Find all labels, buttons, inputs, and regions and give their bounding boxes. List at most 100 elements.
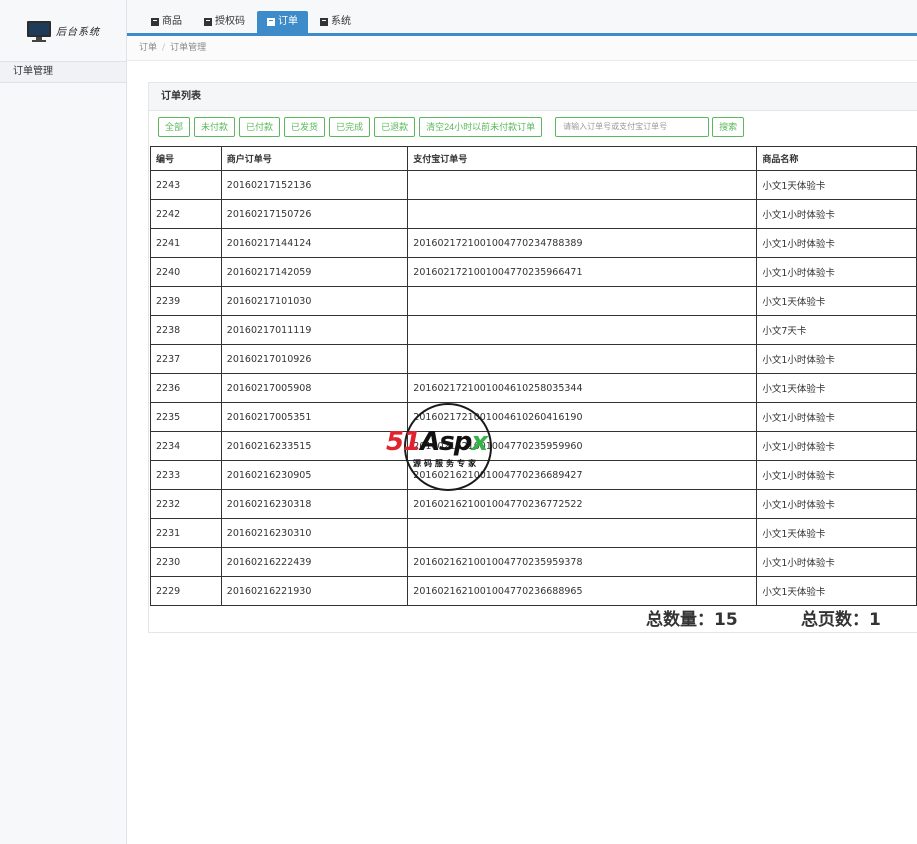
tab-goods[interactable]: 商品 <box>141 11 192 33</box>
column-header-merchant-order-no: 商户订单号 <box>220 146 409 171</box>
cell-merchant-order-no: 20160217142059 <box>220 257 409 287</box>
table-row[interactable]: 2236 20160217005908 2016021721001004610258… <box>150 373 917 403</box>
cell-id: 2230 <box>150 547 222 577</box>
tab-system[interactable]: 系统 <box>310 11 361 33</box>
cell-product-name: 小文1天体验卡 <box>756 518 917 548</box>
tab-license-code[interactable]: 授权码 <box>194 11 255 33</box>
cell-merchant-order-no: 20160217011119 <box>220 315 409 345</box>
table-row[interactable]: 2242 20160217150726 小文1小时体验卡 <box>150 199 917 229</box>
cell-alipay-order-no <box>407 344 758 374</box>
cell-merchant-order-no: 20160216233515 <box>220 431 409 461</box>
clear-unpaid-orders-button[interactable]: 清空24小时以前未付款订单 <box>419 117 543 137</box>
column-header-alipay-order-no: 支付宝订单号 <box>407 146 758 171</box>
column-header-product-name: 商品名称 <box>756 146 917 171</box>
cell-alipay-order-no: 2016021621001004770236689427 <box>407 460 758 490</box>
cell-id: 2237 <box>150 344 222 374</box>
cell-product-name: 小文1天体验卡 <box>756 373 917 403</box>
cell-id: 2235 <box>150 402 222 432</box>
cell-product-name: 小文1天体验卡 <box>756 576 917 606</box>
filter-toolbar: 全部 未付款 已付款 已发货 已完成 已退款 清空24小时以前未付款订单 请输入… <box>158 117 748 137</box>
table-row[interactable]: 2240 20160217142059 2016021721001004770235… <box>150 257 917 287</box>
cell-product-name: 小文1小时体验卡 <box>756 344 917 374</box>
table-row[interactable]: 2238 20160217011119 小文7天卡 <box>150 315 917 345</box>
cell-alipay-order-no: 2016021621001004770236688965 <box>407 576 758 606</box>
orders-table: 编号 商户订单号 支付宝订单号 商品名称 2243 20160217152136 小… <box>150 146 917 606</box>
cell-merchant-order-no: 20160217152136 <box>220 170 409 200</box>
sidebar: 后台系统 订单管理 <box>0 0 127 844</box>
sidebar-item-order-management[interactable]: 订单管理 <box>0 61 126 83</box>
total-count: 总数量：15 <box>646 610 738 630</box>
cell-alipay-order-no: 2016021621001004770236772522 <box>407 489 758 519</box>
cell-product-name: 小文1小时体验卡 <box>756 460 917 490</box>
filter-refunded-button[interactable]: 已退款 <box>374 117 416 137</box>
cell-alipay-order-no <box>407 315 758 345</box>
cell-merchant-order-no: 20160216222439 <box>220 547 409 577</box>
cell-id: 2243 <box>150 170 222 200</box>
tab-label: 订单 <box>278 16 298 27</box>
table-row[interactable]: 2234 20160216233515 2016021621001004770235… <box>150 431 917 461</box>
cell-id: 2231 <box>150 518 222 548</box>
cell-merchant-order-no: 20160216230318 <box>220 489 409 519</box>
table-header-row: 编号 商户订单号 支付宝订单号 商品名称 <box>150 146 917 171</box>
cell-alipay-order-no: 2016021721001004610260416190 <box>407 402 758 432</box>
column-header-id: 编号 <box>150 146 222 171</box>
list-icon <box>320 18 328 26</box>
cell-merchant-order-no: 20160217005351 <box>220 402 409 432</box>
table-row[interactable]: 2230 20160216222439 2016021621001004770235… <box>150 547 917 577</box>
table-row[interactable]: 2232 20160216230318 2016021621001004770236… <box>150 489 917 519</box>
search-button[interactable]: 搜索 <box>712 117 745 137</box>
table-row[interactable]: 2237 20160217010926 小文1小时体验卡 <box>150 344 917 374</box>
table-row[interactable]: 2241 20160217144124 2016021721001004770234… <box>150 228 917 258</box>
search-input[interactable]: 请输入订单号或支付宝订单号 <box>555 117 710 137</box>
cell-merchant-order-no: 20160217010926 <box>220 344 409 374</box>
cell-id: 2236 <box>150 373 222 403</box>
cell-id: 2233 <box>150 460 222 490</box>
filter-shipped-button[interactable]: 已发货 <box>284 117 326 137</box>
panel-title: 订单列表 <box>149 83 917 111</box>
tab-label: 系统 <box>331 16 351 27</box>
cell-product-name: 小文1小时体验卡 <box>756 199 917 229</box>
cell-id: 2238 <box>150 315 222 345</box>
table-row[interactable]: 2229 20160216221930 2016021621001004770236… <box>150 576 917 606</box>
cell-merchant-order-no: 20160217101030 <box>220 286 409 316</box>
total-pages: 总页数：1 <box>801 610 881 630</box>
cell-id: 2242 <box>150 199 222 229</box>
brand-logo[interactable]: 后台系统 <box>0 0 126 61</box>
cell-id: 2232 <box>150 489 222 519</box>
cell-product-name: 小文1小时体验卡 <box>756 228 917 258</box>
breadcrumb-orders[interactable]: 订单 <box>139 43 157 53</box>
cell-id: 2234 <box>150 431 222 461</box>
top-nav: 商品 授权码 订单 系统 <box>127 0 917 36</box>
cell-id: 2239 <box>150 286 222 316</box>
table-row[interactable]: 2233 20160216230905 2016021621001004770236… <box>150 460 917 490</box>
table-row[interactable]: 2235 20160217005351 2016021721001004610260… <box>150 402 917 432</box>
cell-alipay-order-no <box>407 518 758 548</box>
cell-alipay-order-no <box>407 286 758 316</box>
table-row[interactable]: 2243 20160217152136 小文1天体验卡 <box>150 170 917 200</box>
breadcrumb-separator: / <box>162 43 166 53</box>
list-icon <box>204 18 212 26</box>
list-icon <box>151 18 159 26</box>
cell-alipay-order-no: 2016021721001004770235966471 <box>407 257 758 287</box>
filter-unpaid-button[interactable]: 未付款 <box>194 117 236 137</box>
cell-alipay-order-no: 2016021721001004610258035344 <box>407 373 758 403</box>
breadcrumb-order-management: 订单管理 <box>170 43 207 53</box>
filter-completed-button[interactable]: 已完成 <box>329 117 371 137</box>
table-row[interactable]: 2239 20160217101030 小文1天体验卡 <box>150 286 917 316</box>
brand-text: 后台系统 <box>56 27 100 38</box>
cell-alipay-order-no <box>407 170 758 200</box>
cell-product-name: 小文7天卡 <box>756 315 917 345</box>
cell-merchant-order-no: 20160216230905 <box>220 460 409 490</box>
table-row[interactable]: 2231 20160216230310 小文1天体验卡 <box>150 518 917 548</box>
cell-product-name: 小文1小时体验卡 <box>756 257 917 287</box>
tab-orders[interactable]: 订单 <box>257 11 308 33</box>
cell-product-name: 小文1天体验卡 <box>756 286 917 316</box>
cell-merchant-order-no: 20160216221930 <box>220 576 409 606</box>
order-list-panel: 订单列表 全部 未付款 已付款 已发货 已完成 已退款 清空24小时以前未付款订… <box>148 82 917 633</box>
filter-paid-button[interactable]: 已付款 <box>239 117 281 137</box>
cell-alipay-order-no: 2016021721001004770234788389 <box>407 228 758 258</box>
cell-merchant-order-no: 20160216230310 <box>220 518 409 548</box>
cell-id: 2240 <box>150 257 222 287</box>
filter-all-button[interactable]: 全部 <box>158 117 191 137</box>
cell-alipay-order-no: 2016021621001004770235959960 <box>407 431 758 461</box>
